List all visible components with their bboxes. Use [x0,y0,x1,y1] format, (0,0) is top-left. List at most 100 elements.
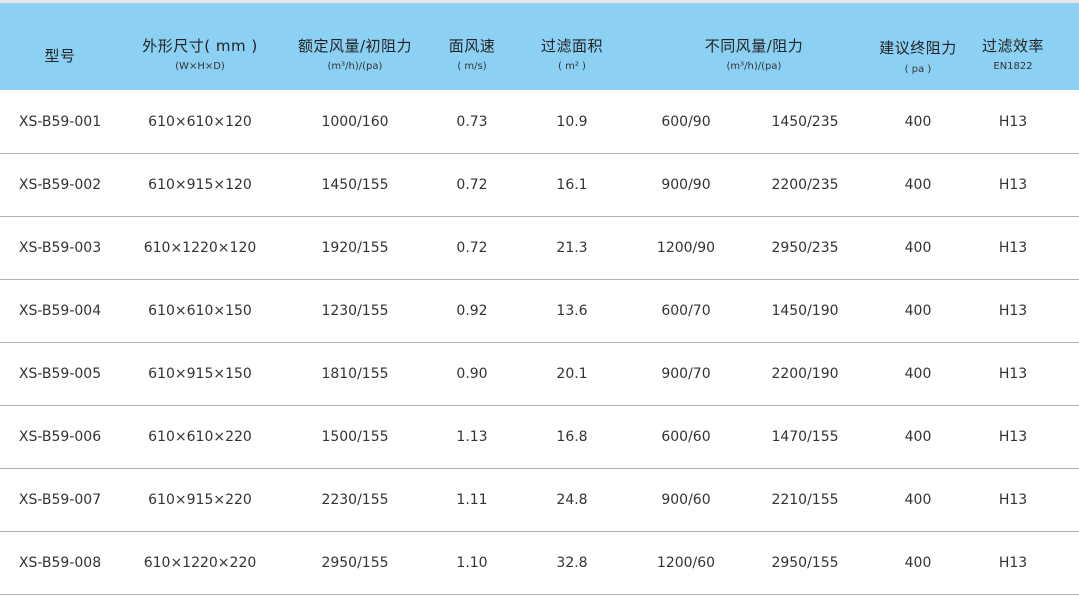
cell-size: 610×915×150 [148,366,252,382]
cell-final-resistance: 400 [904,240,932,256]
cell-size: 610×915×220 [148,492,252,508]
cell-size: 610×915×120 [148,177,252,193]
header-final-unit: ( pa ) [904,64,932,75]
cell-flow-low: 600/70 [661,303,711,319]
cell-flow-high: 1450/190 [771,303,839,319]
cell-model: XS-B59-007 [18,492,102,508]
cell-final-resistance: 400 [904,114,932,130]
cell-flow-low: 900/70 [661,366,711,382]
cell-flow-high: 2210/155 [771,492,839,508]
cell-final-resistance: 400 [904,366,932,382]
table-header: 型号 外形尺寸( mm ) (W×H×D) 额定风量/初阻力 (m³/h)/(p… [0,0,1079,90]
header-efficiency: 过滤效率 EN1822 [968,3,1058,90]
table-row: XS-B59-003 610×1220×120 1920/155 0.72 21.3 12… [0,217,1079,280]
header-rated-unit: (m³/h)/(pa) [327,61,383,72]
cell-flow-high: 2200/190 [771,366,839,382]
cell-flow-low: 600/60 [661,429,711,445]
header-final: 建议终阻力 ( pa ) [868,3,968,90]
header-size-unit: (W×H×D) [175,61,225,72]
cell-size: 610×610×150 [148,303,252,319]
cell-velocity: 1.13 [456,429,488,445]
header-area-label: 过滤面积 [540,37,603,55]
cell-rated: 2230/155 [321,492,389,508]
header-final-label: 建议终阻力 [879,39,957,57]
cell-size: 610×610×220 [148,429,252,445]
table-row: XS-B59-004 610×610×150 1230/155 0.92 13.6 600… [0,280,1079,343]
cell-rated: 1920/155 [321,240,389,256]
cell-efficiency: H13 [998,177,1028,193]
header-rated: 额定风量/初阻力 (m³/h)/(pa) [285,3,425,90]
cell-flow-high: 2200/235 [771,177,839,193]
table-row: XS-B59-002 610×915×120 1450/155 0.72 16.1 900… [0,154,1079,217]
cell-rated: 1810/155 [321,366,389,382]
header-varied-label: 不同风量/阻力 [704,37,804,55]
cell-final-resistance: 400 [904,492,932,508]
cell-efficiency: H13 [998,429,1028,445]
cell-flow-high: 2950/155 [771,555,839,571]
cell-rated: 1000/160 [321,114,389,130]
cell-area: 32.8 [556,555,588,571]
cell-velocity: 0.72 [456,177,488,193]
cell-flow-low: 900/60 [661,492,711,508]
header-size-label: 外形尺寸( mm ) [142,37,258,55]
table-row: XS-B59-007 610×915×220 2230/155 1.11 24.8 900… [0,469,1079,532]
cell-rated: 1230/155 [321,303,389,319]
cell-efficiency: H13 [998,240,1028,256]
table-row: XS-B59-001 610×610×120 1000/160 0.73 10.9 600… [0,91,1079,154]
cell-area: 20.1 [556,366,588,382]
cell-velocity: 0.72 [456,240,488,256]
header-model-label: 型号 [44,47,76,65]
cell-flow-low: 1200/60 [656,555,716,571]
table-row: XS-B59-006 610×610×220 1500/155 1.13 16.8 600… [0,406,1079,469]
header-velocity-unit: ( m/s) [457,61,487,72]
cell-flow-low: 600/90 [661,114,711,130]
cell-final-resistance: 400 [904,555,932,571]
cell-velocity: 1.11 [456,492,488,508]
cell-velocity: 0.92 [456,303,488,319]
header-velocity-label: 面风速 [448,37,496,55]
header-model: 型号 [10,3,110,90]
cell-flow-high: 1450/235 [771,114,839,130]
header-varied: 不同风量/阻力 (m³/h)/(pa) [654,3,854,90]
cell-model: XS-B59-005 [18,366,102,382]
cell-rated: 2950/155 [321,555,389,571]
cell-efficiency: H13 [998,492,1028,508]
cell-final-resistance: 400 [904,177,932,193]
cell-area: 16.1 [556,177,588,193]
cell-flow-low: 900/90 [661,177,711,193]
header-velocity: 面风速 ( m/s) [432,3,512,90]
cell-model: XS-B59-004 [18,303,102,319]
cell-efficiency: H13 [998,555,1028,571]
cell-model: XS-B59-001 [18,114,102,130]
table-row: XS-B59-005 610×915×150 1810/155 0.90 20.1 900… [0,343,1079,406]
cell-final-resistance: 400 [904,303,932,319]
cell-rated: 1450/155 [321,177,389,193]
cell-velocity: 1.10 [456,555,488,571]
cell-model: XS-B59-008 [18,555,102,571]
cell-size: 610×610×120 [148,114,252,130]
cell-area: 16.8 [556,429,588,445]
cell-velocity: 0.90 [456,366,488,382]
cell-efficiency: H13 [998,366,1028,382]
spec-table: 型号 外形尺寸( mm ) (W×H×D) 额定风量/初阻力 (m³/h)/(p… [0,0,1079,596]
cell-efficiency: H13 [998,303,1028,319]
header-varied-unit: (m³/h)/(pa) [726,61,782,72]
cell-area: 13.6 [556,303,588,319]
header-efficiency-label: 过滤效率 [981,37,1044,55]
header-area: 过滤面积 ( m² ) [527,3,617,90]
header-rated-label: 额定风量/初阻力 [297,37,413,55]
cell-flow-high: 2950/235 [771,240,839,256]
cell-flow-low: 1200/90 [656,240,716,256]
cell-area: 21.3 [556,240,588,256]
cell-efficiency: H13 [998,114,1028,130]
cell-area: 24.8 [556,492,588,508]
cell-model: XS-B59-006 [18,429,102,445]
cell-model: XS-B59-003 [18,240,102,256]
table-row: XS-B59-008 610×1220×220 2950/155 1.10 32.8 12… [0,532,1079,595]
header-area-unit: ( m² ) [558,61,586,72]
cell-size: 610×1220×120 [143,240,257,256]
header-efficiency-standard: EN1822 [993,61,1033,72]
cell-rated: 1500/155 [321,429,389,445]
cell-velocity: 0.73 [456,114,488,130]
header-size: 外形尺寸( mm ) (W×H×D) [120,3,280,90]
